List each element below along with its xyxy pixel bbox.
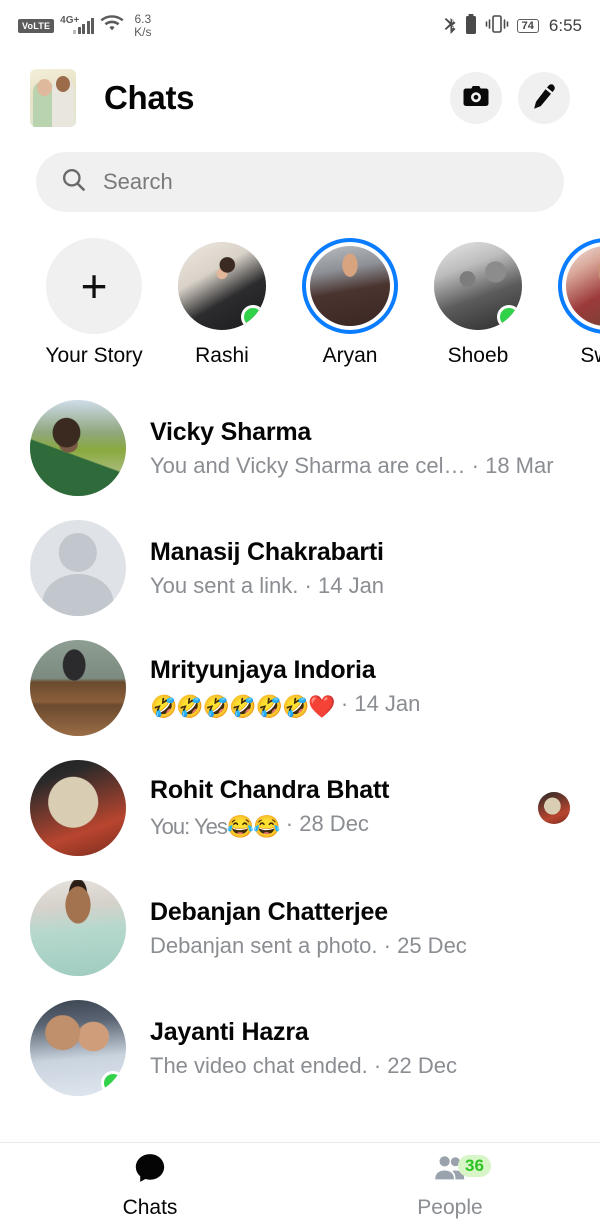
story-label: Sway <box>580 344 600 367</box>
status-clock: 6:55 <box>548 16 582 35</box>
story-ring <box>430 238 526 334</box>
story-avatar <box>434 242 522 330</box>
chat-snippet: You sent a link. · 14 Jan <box>150 572 385 598</box>
tab-people[interactable]: 36 People <box>300 1143 600 1228</box>
page-title: Chats <box>104 79 195 116</box>
status-bar-left: VoLTE 4G+ 6.3 K/s <box>18 13 152 39</box>
bluetooth-icon <box>444 13 457 39</box>
chat-name: Vicky Sharma <box>150 417 312 446</box>
story-label: Shoeb <box>447 344 509 367</box>
chat-snippet: 🤣🤣🤣🤣🤣🤣❤️ · 14 Jan <box>150 691 421 719</box>
stories-row[interactable]: + Your Story Rashi Aryan Shoeb S <box>0 212 600 380</box>
volte-icon: VoLTE <box>18 19 55 33</box>
tab-label: People <box>417 1196 483 1219</box>
story-ring-unseen <box>302 238 398 334</box>
chat-text: Vicky Sharma You and Vicky Sharma are ce… <box>150 418 570 479</box>
story-avatar <box>310 246 390 326</box>
story-ring-unseen <box>558 238 600 334</box>
online-indicator <box>497 305 521 329</box>
speed-value: 6.3 <box>134 12 152 26</box>
search-section: Search <box>0 144 600 212</box>
vibrate-icon <box>485 14 509 39</box>
chat-text: Rohit Chandra Bhatt You: Yes😂😂 · 28 Dec <box>150 776 528 840</box>
avatar[interactable] <box>30 69 76 127</box>
chat-name: Rohit Chandra Bhatt <box>150 776 390 804</box>
chat-bubble-icon <box>133 1151 167 1190</box>
search-placeholder: Search <box>103 169 173 194</box>
story-item-aryan[interactable]: Aryan <box>286 238 414 368</box>
story-item-shoeb[interactable]: Shoeb <box>414 238 542 368</box>
story-label: Rashi <box>195 344 249 367</box>
status-bar-right: 74 6:55 <box>444 13 582 39</box>
story-item-rashi[interactable]: Rashi <box>158 238 286 368</box>
chat-list-item[interactable]: Debanjan Chatterjee Debanjan sent a phot… <box>0 868 600 988</box>
chat-name: Mrityunjaya Indoria <box>150 656 376 684</box>
chat-snippet: Debanjan sent a photo. · 25 Dec <box>150 932 467 958</box>
people-count-badge: 36 <box>458 1155 491 1177</box>
snippet-emoji: 🤣🤣🤣🤣🤣🤣❤️ <box>150 694 336 719</box>
chat-snippet: You and Vicky Sharma are cel… · 18 Mar <box>150 452 554 478</box>
story-label: Aryan <box>322 344 378 367</box>
battery-percent-badge: 74 <box>516 19 539 33</box>
avatar <box>30 640 126 736</box>
network-type-label: 4G+ <box>60 15 80 26</box>
chat-name: Jayanti Hazra <box>150 1017 309 1046</box>
avatar <box>30 1000 126 1096</box>
story-avatar <box>566 246 600 326</box>
status-bar: VoLTE 4G+ 6.3 K/s 74 6:55 <box>0 0 600 52</box>
speed-unit: K/s <box>134 25 152 39</box>
chat-snippet: The video chat ended. · 22 Dec <box>150 1052 458 1078</box>
chat-list-item[interactable]: Rohit Chandra Bhatt You: Yes😂😂 · 28 Dec <box>0 748 600 868</box>
camera-button[interactable] <box>450 72 502 124</box>
compose-pencil-icon <box>529 81 559 116</box>
avatar-placeholder <box>30 520 126 616</box>
avatar <box>30 880 126 976</box>
chat-list-item[interactable]: Vicky Sharma You and Vicky Sharma are ce… <box>0 388 600 508</box>
seen-by-avatar <box>538 792 570 824</box>
story-ring <box>174 238 270 334</box>
story-avatar <box>178 242 266 330</box>
header-actions <box>450 72 570 124</box>
avatar <box>30 400 126 496</box>
chat-text: Manasij Chakrabarti You sent a link. · 1… <box>150 538 570 599</box>
story-item-your-story[interactable]: + Your Story <box>30 238 158 368</box>
snippet-emoji: You: Yes😂😂 <box>150 814 281 839</box>
chat-list: Vicky Sharma You and Vicky Sharma are ce… <box>0 380 600 1108</box>
chat-text: Jayanti Hazra The video chat ended. · 22… <box>150 1018 570 1079</box>
chat-list-item[interactable]: Manasij Chakrabarti You sent a link. · 1… <box>0 508 600 628</box>
bottom-navigation: Chats 36 People <box>0 1142 600 1228</box>
chat-list-item[interactable]: Jayanti Hazra The video chat ended. · 22… <box>0 988 600 1108</box>
add-story-plus-icon[interactable]: + <box>46 238 142 334</box>
compose-button[interactable] <box>518 72 570 124</box>
chat-list-item[interactable]: Mrityunjaya Indoria 🤣🤣🤣🤣🤣🤣❤️ · 14 Jan <box>0 628 600 748</box>
battery-icon <box>465 13 477 39</box>
chat-name: Debanjan Chatterjee <box>150 897 388 926</box>
search-icon <box>60 166 87 198</box>
avatar <box>30 760 126 856</box>
online-indicator <box>241 305 265 329</box>
chat-text: Debanjan Chatterjee Debanjan sent a phot… <box>150 898 570 959</box>
story-item-sway[interactable]: Sway <box>542 238 600 368</box>
network-speed-indicator: 6.3 K/s <box>134 13 151 39</box>
tab-chats[interactable]: Chats <box>0 1143 300 1228</box>
online-indicator <box>101 1071 125 1095</box>
search-input[interactable]: Search <box>36 152 564 212</box>
story-label: Your Story <box>45 344 143 367</box>
wifi-icon <box>100 14 124 38</box>
camera-icon <box>461 81 491 116</box>
signal-icon: 4G+ <box>60 15 95 34</box>
chat-text: Mrityunjaya Indoria 🤣🤣🤣🤣🤣🤣❤️ · 14 Jan <box>150 656 570 720</box>
tab-label: Chats <box>122 1196 178 1219</box>
chat-name: Manasij Chakrabarti <box>150 537 384 566</box>
chat-snippet: You: Yes😂😂 · 28 Dec <box>150 811 369 839</box>
app-header: Chats <box>0 52 600 144</box>
